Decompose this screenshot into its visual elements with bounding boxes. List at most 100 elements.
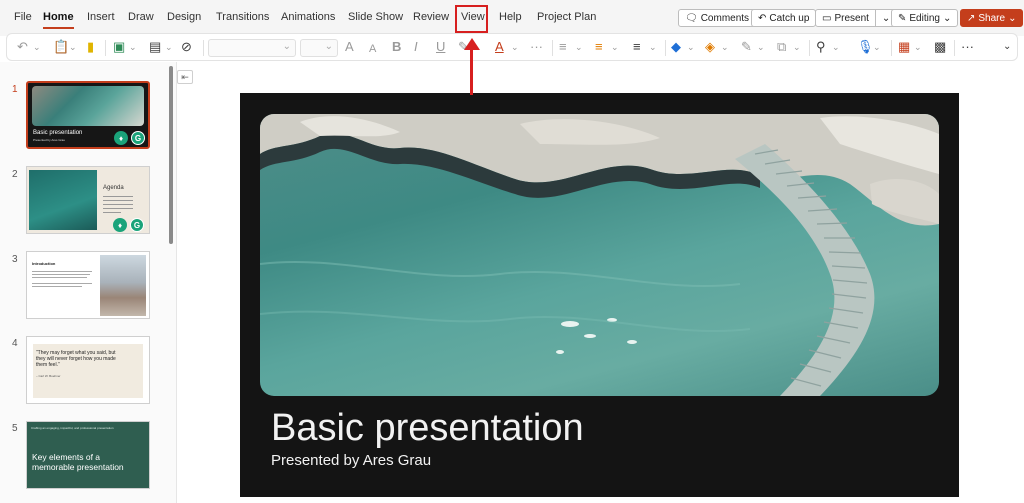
tab-design[interactable]: Design: [167, 11, 201, 23]
catch-up-label: Catch up: [769, 13, 809, 24]
catch-up-button[interactable]: ↶ Catch up: [751, 9, 816, 27]
font-size-select[interactable]: ⌄: [300, 39, 338, 57]
share-label: Share: [978, 13, 1005, 24]
arrange-icon[interactable]: ⧉: [777, 40, 786, 54]
slide-number: 1: [12, 84, 18, 95]
grow-font-icon[interactable]: A: [345, 40, 354, 54]
collapse-ribbon-icon[interactable]: ⌄: [1003, 40, 1011, 54]
slide-title[interactable]: Basic presentation: [271, 407, 584, 450]
thumbnail-title: Key elements of a memorable presentation: [32, 452, 142, 472]
slide-number: 2: [12, 169, 18, 180]
shape-outline-icon[interactable]: ✎: [741, 40, 752, 54]
chevron-down-icon[interactable]: ⌄: [793, 40, 801, 54]
find-icon[interactable]: ⚲: [816, 40, 826, 54]
designer-icon[interactable]: ▦: [898, 40, 910, 54]
chevron-down-icon[interactable]: ⌄: [165, 40, 173, 54]
align-icon[interactable]: ≡: [633, 40, 641, 54]
new-slide-icon[interactable]: ▣: [113, 40, 125, 54]
g-logo-icon: G: [131, 131, 145, 145]
comments-label: Comments: [701, 13, 749, 24]
current-slide[interactable]: Basic presentation Presented by Ares Gra…: [240, 93, 959, 497]
thumbnail-title: Agenda: [103, 185, 124, 191]
slide-number: 3: [12, 254, 18, 265]
layout-icon[interactable]: ▤: [149, 40, 161, 54]
underline-icon[interactable]: U: [436, 40, 445, 54]
tab-help[interactable]: Help: [499, 11, 522, 23]
tab-review[interactable]: Review: [413, 11, 449, 23]
g-logo-icon: G: [130, 218, 144, 232]
shape-fill-icon[interactable]: ◈: [705, 40, 715, 54]
add-in-icon[interactable]: ▩: [934, 40, 946, 54]
bullets-icon[interactable]: ≡: [559, 40, 567, 54]
present-icon: ▭: [822, 13, 831, 24]
dictate-icon[interactable]: 🎙: [857, 40, 874, 54]
slide-photo-lagoon[interactable]: [260, 114, 939, 396]
chevron-down-icon[interactable]: ⌄: [873, 40, 881, 54]
chevron-down-icon[interactable]: ⌄: [611, 40, 619, 54]
pencil-icon: ✎: [898, 13, 906, 24]
slide-thumbnail-5[interactable]: Crafting an engaging, impactful, and pro…: [26, 421, 150, 489]
slide-thumbnail-1[interactable]: Basic presentation Presented by Ares Gra…: [26, 81, 150, 149]
thumbnail-photo: [100, 255, 146, 316]
lightbulb-icon: ♦: [114, 131, 128, 145]
tab-insert[interactable]: Insert: [87, 11, 115, 23]
chevron-down-icon[interactable]: ⌄: [882, 13, 890, 24]
thumbnail-quote: “They may forget what you said, but they…: [36, 350, 126, 368]
bold-icon[interactable]: B: [392, 40, 401, 54]
chevron-down-icon[interactable]: ⌄: [721, 40, 729, 54]
tab-home[interactable]: Home: [43, 11, 74, 23]
thumbnail-kicker: Crafting an engaging, impactful, and pro…: [31, 426, 114, 430]
shrink-font-icon[interactable]: A: [369, 42, 376, 56]
view-tab-highlight-box: [455, 5, 488, 33]
slide-thumbnail-3[interactable]: Introduction: [26, 251, 150, 319]
chevron-down-icon[interactable]: ⌄: [914, 40, 922, 54]
chevron-down-icon[interactable]: ⌄: [687, 40, 695, 54]
tab-project-plan[interactable]: Project Plan: [537, 11, 596, 23]
more-options-icon[interactable]: ···: [961, 40, 974, 54]
lightbulb-icon: ♦: [113, 218, 127, 232]
thumbnail-scrollbar[interactable]: [169, 66, 173, 244]
annotation-arrow: [470, 48, 473, 95]
tab-transitions[interactable]: Transitions: [216, 11, 269, 23]
shapes-icon[interactable]: ◆: [671, 40, 681, 54]
slide-thumbnail-2[interactable]: Agenda ♦ G: [26, 166, 150, 234]
format-painter-icon[interactable]: ▮: [87, 40, 94, 54]
comments-button[interactable]: 🗨 Comments: [678, 9, 756, 27]
chevron-down-icon: ⌄: [1008, 13, 1016, 24]
font-family-select[interactable]: ⌄: [208, 39, 296, 57]
chevron-down-icon[interactable]: ⌄: [511, 40, 519, 54]
ribbon-toolbar: ↶ ⌄ 📋 ⌄ ▮ ▣ ⌄ ▤ ⌄ ⊘ ⌄ ⌄ A A B I U ✎ A ⌄ …: [6, 33, 1018, 61]
tab-file[interactable]: File: [14, 11, 32, 23]
chevron-down-icon[interactable]: ⌄: [129, 40, 137, 54]
thumbnail-title: Introduction: [32, 261, 55, 266]
slide-number: 5: [12, 423, 18, 434]
hide-slide-icon[interactable]: ⊘: [181, 40, 192, 54]
font-color-icon[interactable]: A: [495, 40, 504, 54]
collapse-pane-icon[interactable]: ⇤: [177, 70, 193, 84]
slide-thumbnail-4[interactable]: “They may forget what you said, but they…: [26, 336, 150, 404]
more-icon[interactable]: ···: [530, 40, 543, 54]
tab-draw[interactable]: Draw: [128, 11, 154, 23]
italic-icon[interactable]: I: [414, 40, 418, 54]
chevron-down-icon[interactable]: ⌄: [649, 40, 657, 54]
numbering-icon[interactable]: ≡: [595, 40, 603, 54]
chevron-down-icon[interactable]: ⌄: [757, 40, 765, 54]
chevron-down-icon[interactable]: ⌄: [69, 40, 77, 54]
thumbnail-title: Basic presentation: [33, 130, 82, 136]
tab-slide-show[interactable]: Slide Show: [348, 11, 403, 23]
chevron-down-icon[interactable]: ⌄: [832, 40, 840, 54]
slide-subtitle[interactable]: Presented by Ares Grau: [271, 452, 431, 469]
present-button[interactable]: ▭ Present ⌄: [815, 9, 897, 27]
chevron-down-icon[interactable]: ⌄: [33, 40, 41, 54]
tab-animations[interactable]: Animations: [281, 11, 335, 23]
share-button[interactable]: ↗ Share ⌄: [960, 9, 1023, 27]
undo-icon[interactable]: ↶: [17, 40, 28, 54]
chevron-down-icon[interactable]: ⌄: [575, 40, 583, 54]
menu-bar: File Home Insert Draw Design Transitions…: [0, 0, 1024, 36]
clipboard-icon[interactable]: 📋: [53, 40, 69, 54]
thumbnail-photo: [32, 86, 144, 126]
thumbnail-photo: [29, 170, 97, 230]
editing-mode-button[interactable]: ✎ Editing ⌄: [891, 9, 958, 27]
chevron-down-icon: ⌄: [943, 13, 951, 24]
editing-label: Editing: [909, 13, 940, 24]
